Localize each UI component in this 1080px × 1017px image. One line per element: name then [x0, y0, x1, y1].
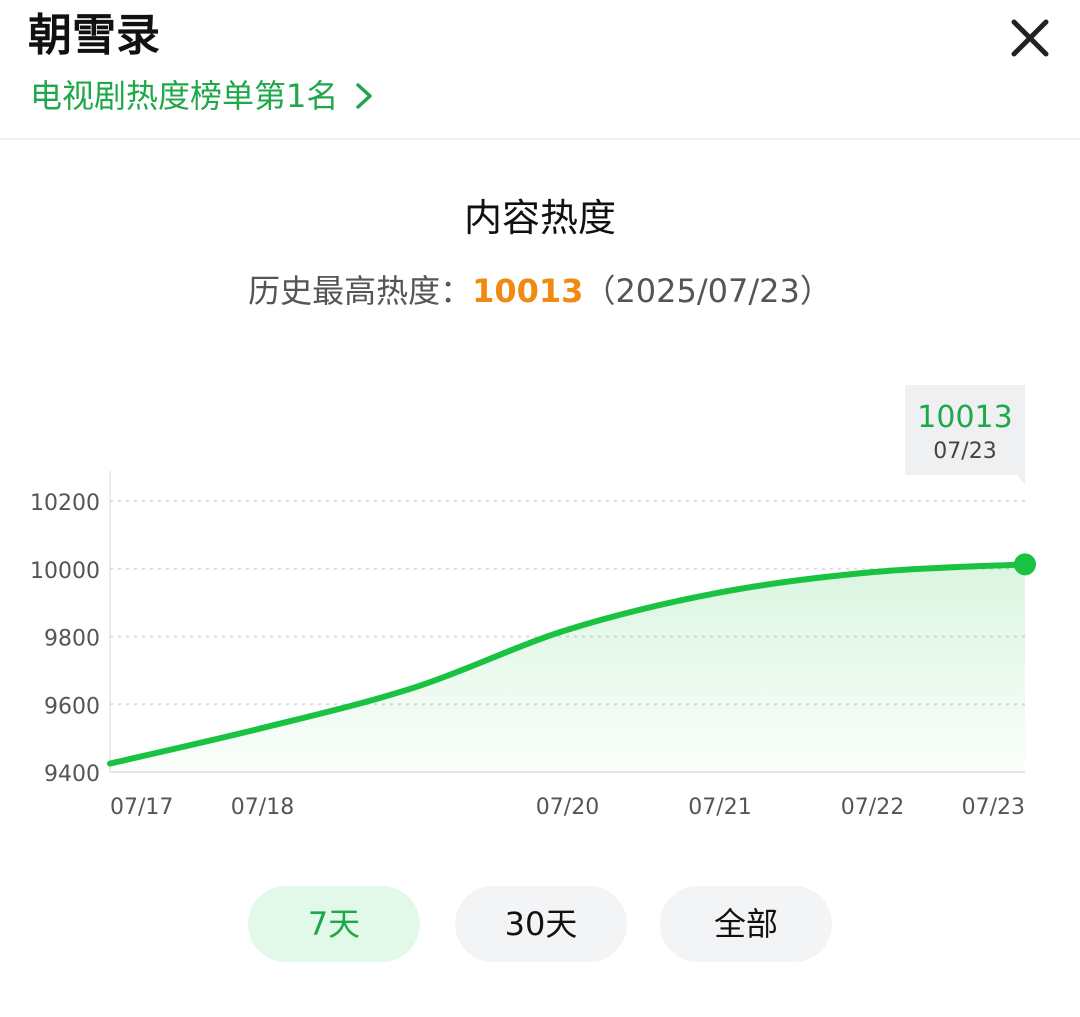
ranking-link[interactable]: 电视剧热度榜单第1名 — [30, 72, 376, 120]
ranking-link-label: 电视剧热度榜单第1名 — [30, 77, 339, 115]
tooltip-date: 07/23 — [933, 439, 996, 464]
x-tick-label: 07/23 — [962, 795, 1025, 820]
peak-value: 10013 — [472, 272, 584, 310]
chevron-right-icon — [356, 83, 373, 109]
range-30-days-button[interactable]: 30天 — [455, 886, 627, 962]
x-tick-label: 07/18 — [231, 795, 294, 820]
x-tick-label: 07/17 — [110, 795, 173, 820]
range-7-days-button[interactable]: 7天 — [248, 886, 420, 962]
range-all-button[interactable]: 全部 — [660, 886, 832, 962]
range-selector: 7天 30天 全部 — [0, 886, 1080, 962]
y-tick-label: 10000 — [30, 559, 100, 584]
detail-header: 朝雪录 电视剧热度榜单第1名 — [0, 0, 1080, 140]
chart-tooltip: 10013 07/23 — [905, 385, 1025, 485]
y-tick-label: 9800 — [44, 627, 100, 652]
peak-heat-summary: 历史最高热度：10013（2025/07/23） — [0, 266, 1080, 316]
y-tick-label: 10200 — [30, 491, 100, 516]
section-title: 内容热度 — [463, 196, 616, 240]
close-icon[interactable] — [1004, 12, 1056, 64]
x-tick-label: 07/22 — [841, 795, 904, 820]
x-tick-label: 07/21 — [688, 795, 751, 820]
peak-date: （2025/07/23） — [583, 272, 832, 310]
peak-label: 历史最高热度： — [248, 272, 473, 310]
last-data-point[interactable] — [1014, 553, 1036, 576]
heat-area-fill — [110, 564, 1025, 772]
y-tick-label: 9400 — [44, 762, 100, 787]
tooltip-value: 10013 — [917, 400, 1012, 435]
x-tick-label: 07/20 — [536, 795, 599, 820]
y-tick-label: 9600 — [44, 694, 100, 719]
show-title: 朝雪录 — [28, 10, 160, 61]
heat-trend-chart[interactable]: 9400 9600 9800 10000 10200 07/17 07/18 07/20 07… — [0, 380, 1080, 830]
